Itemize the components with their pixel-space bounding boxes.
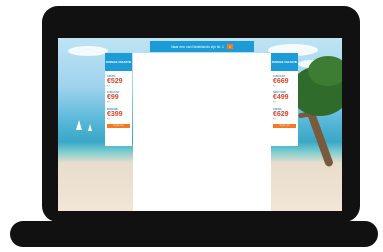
ad-offer[interactable]: ARUBA €629 p.p. bbox=[273, 108, 296, 120]
offer-price: €629 bbox=[273, 110, 289, 118]
brand-logo: ZONNIGE VAKANTIE bbox=[105, 53, 132, 71]
left-skyscraper-ad[interactable]: ZONNIGE VAKANTIE ARUBA €529 p.p. CURAÇAO… bbox=[105, 53, 132, 146]
offer-note: p.p. bbox=[107, 85, 111, 87]
offer-price: €529 bbox=[107, 78, 123, 85]
offer-note: p.p. bbox=[273, 85, 277, 87]
laptop-mockup: Naar een van Nederlands zijn Nr. 1 > ZON… bbox=[0, 0, 383, 252]
offer-note: p.p. bbox=[107, 117, 111, 120]
ad-offer[interactable]: CURAÇAO €99 p.p. bbox=[107, 91, 130, 103]
offer-price: €399 bbox=[107, 110, 123, 118]
ad-offer[interactable]: ARUBA €529 p.p. bbox=[107, 75, 130, 87]
tree-trunk bbox=[305, 108, 335, 168]
laptop-base bbox=[10, 221, 378, 247]
book-now-button[interactable]: BOEK NU bbox=[273, 124, 296, 129]
cloud bbox=[68, 46, 108, 56]
brand-logo: ZONNIGE VAKANTIE bbox=[271, 53, 298, 71]
laptop-screen: Naar een van Nederlands zijn Nr. 1 > ZON… bbox=[58, 38, 342, 211]
offer-price: €99 bbox=[107, 94, 119, 102]
ad-offer[interactable]: CURAÇAO €669 p.p. bbox=[273, 75, 296, 87]
sailboat-icon bbox=[88, 124, 92, 131]
arrow-right-icon: > bbox=[226, 44, 233, 49]
book-now-button[interactable]: BOEK NU bbox=[107, 124, 130, 129]
offer-note: p.p. bbox=[273, 101, 277, 104]
ad-offer[interactable]: NEW YORK €499 p.p. bbox=[273, 91, 296, 103]
offer-price: €669 bbox=[273, 78, 289, 85]
sailboat-icon bbox=[76, 120, 82, 130]
offer-price: €499 bbox=[273, 94, 289, 102]
offer-note: p.p. bbox=[273, 117, 277, 120]
tree-foliage bbox=[308, 56, 342, 86]
banner-text: Naar een van Nederlands zijn Nr. 1 bbox=[171, 44, 224, 49]
ad-offer[interactable]: BONAIRE €399 p.p. bbox=[107, 108, 130, 120]
offer-note: p.p. bbox=[107, 101, 111, 104]
top-banner[interactable]: Naar een van Nederlands zijn Nr. 1 > bbox=[150, 41, 254, 52]
main-content bbox=[133, 53, 271, 211]
right-skyscraper-ad[interactable]: ZONNIGE VAKANTIE CURAÇAO €669 p.p. NEW Y… bbox=[271, 53, 298, 146]
